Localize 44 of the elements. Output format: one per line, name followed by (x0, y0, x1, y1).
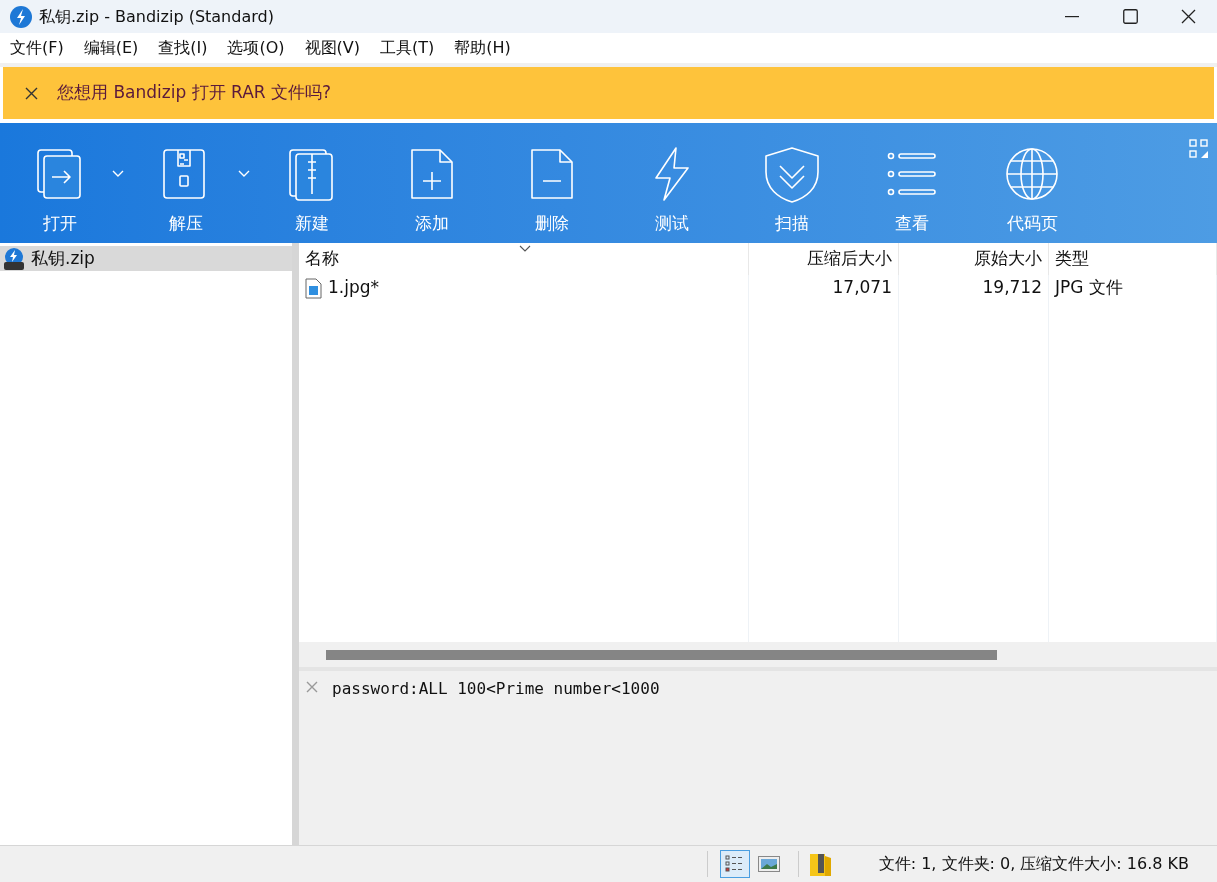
toolbar-button[interactable]: 删除 (500, 123, 604, 243)
comment-text: password:ALL 100<Prime number<1000 (332, 678, 660, 700)
toolbar-button[interactable]: 测试 (620, 123, 724, 243)
table-cell-text: 19,712 (982, 276, 1042, 300)
column-header[interactable]: 类型 (1049, 243, 1217, 275)
column-header[interactable]: 原始大小 (899, 243, 1049, 275)
shield-icon (762, 144, 822, 204)
folder-zip-icon[interactable] (808, 851, 833, 877)
banner-message: 您想用 Bandizip 打开 RAR 文件吗? (57, 81, 331, 105)
globe-icon (1004, 146, 1060, 202)
grid-icon[interactable] (1189, 139, 1209, 159)
app-logo-icon (10, 5, 32, 28)
close-icon (24, 86, 38, 100)
toolbar-button[interactable]: 新建 (260, 123, 364, 243)
menu-item[interactable]: 工具(T) (370, 36, 445, 60)
column-header[interactable]: 压缩后大小 (749, 243, 899, 275)
menu-item[interactable]: 选项(O) (217, 36, 295, 60)
menu-item[interactable]: 文件(F) (0, 36, 74, 60)
menu-item[interactable]: 查找(I) (148, 36, 218, 60)
window-title: 私钥.zip - Bandizip (Standard) (39, 5, 274, 28)
table-cell-text: JPG 文件 (1055, 276, 1123, 300)
status-text: 文件: 1, 文件夹: 0, 压缩文件大小: 16.8 KB (878, 853, 1189, 875)
scrollbar-thumb[interactable] (326, 649, 997, 660)
image-file-icon (305, 277, 322, 299)
chevron-down-icon (238, 169, 250, 177)
close-icon[interactable] (306, 681, 318, 693)
minimize-icon (1065, 15, 1079, 18)
view-toggle-button[interactable] (719, 850, 750, 878)
tree-item[interactable]: 私钥.zip (0, 246, 292, 271)
chevron-down-icon (112, 169, 124, 177)
sort-caret-icon (519, 245, 531, 252)
close-icon (1180, 9, 1196, 24)
toolbar-button[interactable]: 添加 (380, 123, 484, 243)
column-header[interactable]: 名称 (299, 243, 749, 275)
toolbar-button[interactable]: 解压 (134, 123, 238, 243)
zip-archive-icon (3, 247, 25, 270)
menu-item[interactable]: 视图(V) (294, 36, 370, 60)
maximize-icon (1122, 9, 1138, 24)
menu-item[interactable]: 帮助(H) (444, 36, 521, 60)
table-cell-text: 17,071 (832, 276, 892, 300)
table-cell-text: 1.jpg* (328, 276, 380, 300)
image-icon (757, 856, 780, 872)
toolbar-button[interactable]: 打开 (8, 123, 112, 243)
menu-item[interactable]: 编辑(E) (73, 36, 149, 60)
